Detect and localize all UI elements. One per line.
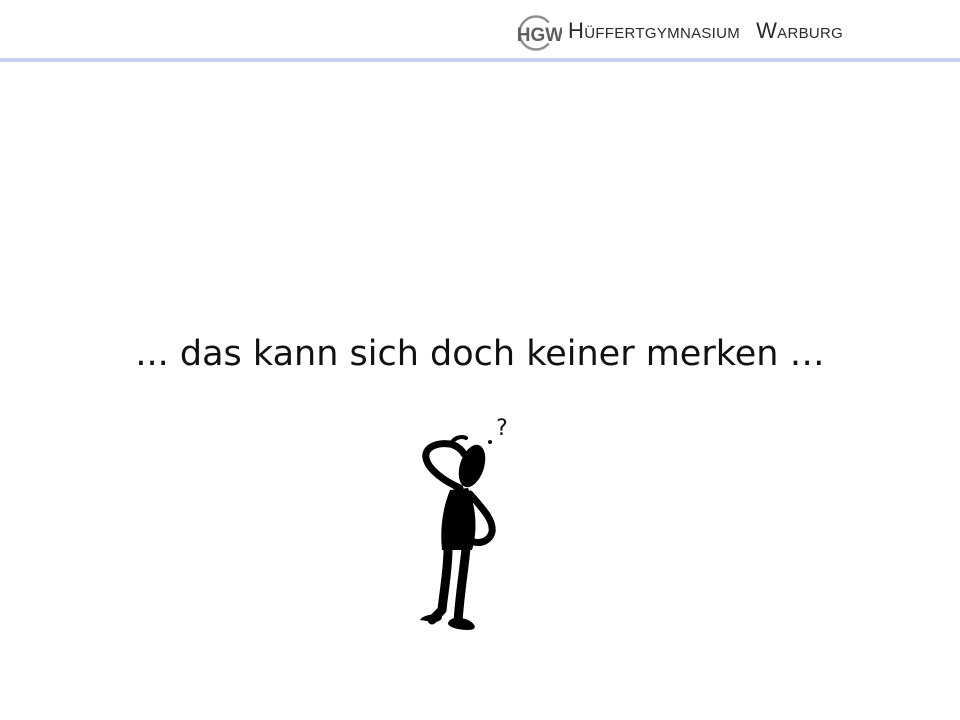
header-divider — [0, 58, 960, 62]
school-logo-icon: HGW — [517, 15, 562, 51]
school-name-part1: Hüffertgymnasium — [568, 18, 741, 43]
school-name-part2: Warburg — [756, 18, 844, 43]
logo-text: HGW — [517, 25, 562, 46]
slide-header: HGW Hüffertgymnasium Warburg — [0, 0, 960, 62]
question-mark-icon: ? — [496, 416, 508, 441]
school-name: Hüffertgymnasium Warburg — [568, 17, 843, 48]
confused-thinker-icon: ? — [420, 416, 508, 630]
slide-main-text: ... das kann sich doch keiner merken … — [135, 334, 825, 374]
